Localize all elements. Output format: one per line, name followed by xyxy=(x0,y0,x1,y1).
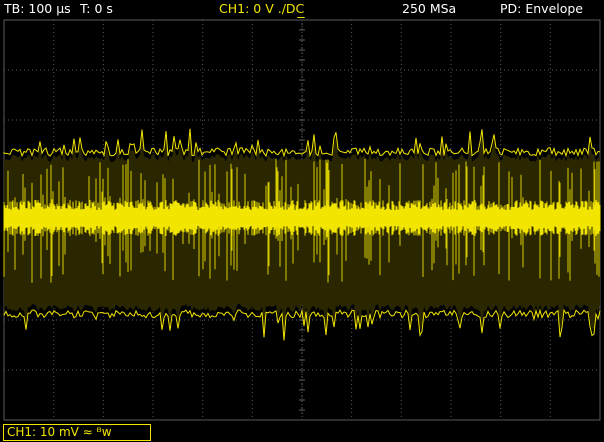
waveform-display[interactable] xyxy=(0,18,604,423)
channel-info-bar: CH1: 10 mV ≈ ᴮw xyxy=(0,423,604,442)
acquire-mode-readout[interactable]: PD: Envelope xyxy=(500,0,583,18)
envelope-fill xyxy=(4,134,600,335)
timebase-readout[interactable]: TB: 100 µs xyxy=(4,0,71,18)
status-bar: TB: 100 µs T: 0 s CH1: 0 V ./DC 250 MSa … xyxy=(0,0,604,18)
channel1-setting-readout[interactable]: CH1: 0 V ./DC xyxy=(219,0,304,18)
sample-rate-readout: 250 MSa xyxy=(402,1,457,16)
channel1-scale-badge[interactable]: CH1: 10 mV ≈ ᴮw xyxy=(3,424,151,441)
trigger-time-readout[interactable]: T: 0 s xyxy=(80,0,113,18)
